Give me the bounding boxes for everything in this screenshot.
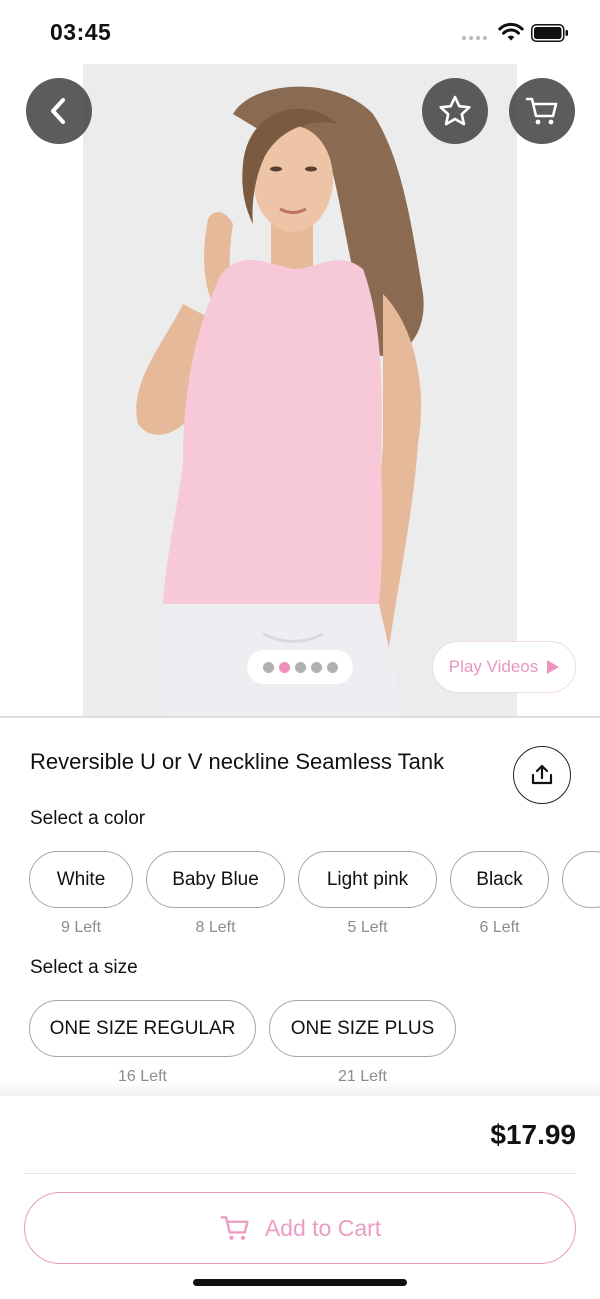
share-button[interactable] <box>513 746 571 804</box>
battery-icon <box>531 24 568 42</box>
color-option-label: Baby Blue <box>172 868 259 890</box>
play-videos-label: Play Videos <box>448 657 539 676</box>
pager-dot[interactable] <box>262 661 274 673</box>
color-option-label: Light pink <box>326 868 409 890</box>
size-options: ONE SIZE REGULAR 16 Left ONE SIZE PLUS 21 L… <box>29 1000 456 1085</box>
color-section-label: Select a color <box>30 808 146 829</box>
play-videos-button[interactable]: Play Videos <box>432 641 576 693</box>
pager-dot[interactable] <box>326 661 338 673</box>
color-options: White 9 Left Baby Blue 8 Left Light pink 5 Le… <box>29 851 600 936</box>
color-option[interactable]: Light pink 5 Left <box>298 851 437 936</box>
size-option-label: ONE SIZE REGULAR <box>49 1017 236 1039</box>
divider <box>0 716 600 718</box>
home-indicator <box>193 1279 407 1286</box>
color-option-label: Black <box>476 868 523 890</box>
color-stock-count: 5 Left <box>347 919 388 936</box>
color-option-label: White <box>56 868 106 890</box>
status-bar: 03:45 <box>0 0 600 64</box>
star-icon <box>439 95 471 126</box>
share-icon <box>531 764 553 785</box>
color-option[interactable]: Black 6 Left <box>450 851 549 936</box>
size-option[interactable]: ONE SIZE PLUS 21 Left <box>269 1000 456 1085</box>
size-section-label: Select a size <box>30 957 138 978</box>
cart-icon <box>525 97 558 125</box>
wifi-icon <box>498 22 524 41</box>
status-time: 03:45 <box>50 19 112 45</box>
size-option-label: ONE SIZE PLUS <box>290 1017 435 1039</box>
color-stock-count: 6 Left <box>479 919 520 936</box>
color-stock-count: 9 Left <box>60 919 102 936</box>
add-to-cart-button[interactable]: Add to Cart <box>24 1192 576 1264</box>
size-option[interactable]: ONE SIZE REGULAR 16 Left <box>29 1000 256 1085</box>
color-option[interactable]: Baby Blue 8 Left <box>146 851 285 936</box>
pager-dot[interactable] <box>294 661 306 673</box>
price: $17.99 <box>490 1119 576 1150</box>
image-pager[interactable] <box>247 650 353 684</box>
color-option[interactable] <box>562 851 600 908</box>
product-title: Reversible U or V neckline Seamless Tank <box>30 749 445 774</box>
cart-icon <box>220 1216 249 1240</box>
color-stock-count: 8 Left <box>195 919 236 936</box>
product-photo <box>83 64 517 716</box>
cart-button[interactable] <box>509 78 575 144</box>
back-button[interactable] <box>26 78 92 144</box>
pager-dot[interactable] <box>278 661 290 673</box>
add-to-cart-label: Add to Cart <box>264 1214 382 1241</box>
bottom-bar-shadow <box>0 1080 600 1096</box>
chevron-left-icon <box>51 98 65 124</box>
favorite-button[interactable] <box>422 78 488 144</box>
divider <box>24 1173 576 1174</box>
pager-dot[interactable] <box>310 661 322 673</box>
color-option[interactable]: White 9 Left <box>29 851 133 936</box>
cellular-signal-icon <box>462 36 487 40</box>
product-image-gallery[interactable] <box>0 64 600 716</box>
play-icon <box>547 660 560 674</box>
